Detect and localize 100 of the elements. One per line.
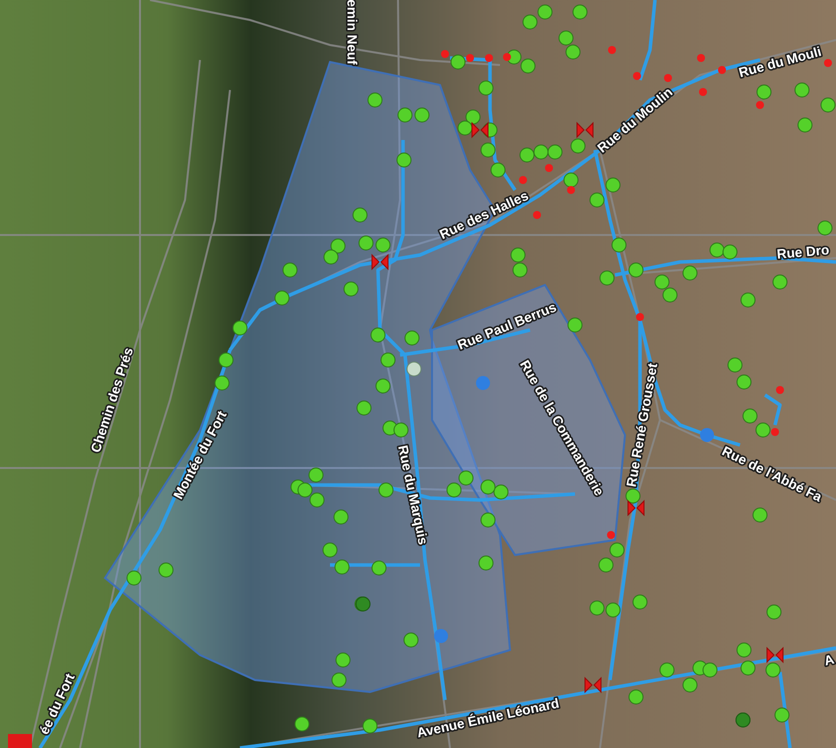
street-label: emin Neuf (344, 0, 360, 65)
network-node (564, 172, 578, 188)
marker-dot (533, 211, 541, 219)
network-node (380, 352, 396, 368)
network-node (370, 328, 386, 342)
network-node (522, 14, 538, 30)
network-node (336, 652, 350, 668)
network-node (330, 238, 346, 254)
valve-marker (584, 676, 602, 694)
network-node (766, 662, 780, 678)
network-node (352, 208, 368, 222)
street-label: A (822, 652, 836, 668)
network-node (218, 352, 234, 368)
network-node (570, 138, 586, 154)
network-node (568, 318, 582, 332)
network-node (752, 508, 768, 522)
network-node (232, 320, 248, 336)
marker-dot (466, 54, 474, 62)
valve-marker (766, 646, 784, 664)
network-node (742, 408, 758, 424)
map-marker (8, 734, 32, 748)
network-node (628, 690, 644, 704)
network-node (606, 178, 620, 192)
marker-dot (718, 66, 726, 74)
network-node (520, 58, 536, 74)
network-node (294, 716, 310, 732)
network-node (774, 708, 790, 722)
network-node (798, 118, 812, 132)
junction-node (434, 629, 448, 643)
network-node (606, 602, 620, 618)
network-node (682, 678, 698, 692)
network-node (368, 92, 382, 108)
street-label: Rue Paul Berrus (456, 299, 558, 353)
marker-dot (441, 50, 449, 58)
network-node (358, 236, 374, 250)
street-label: Rue Dro (776, 242, 830, 262)
network-node (794, 82, 810, 98)
network-node (598, 558, 614, 572)
marker-dot (519, 176, 527, 184)
network-node (590, 192, 604, 208)
network-node (510, 248, 526, 262)
network-node (728, 358, 742, 372)
valve-marker (576, 122, 594, 138)
marker-dot (567, 186, 575, 194)
network-node (600, 270, 614, 286)
network-node (310, 492, 324, 508)
marker-dot (824, 59, 832, 67)
network-node (396, 152, 412, 168)
network-node (590, 600, 604, 616)
network-node (740, 660, 756, 676)
marker-dot (697, 54, 705, 62)
marker-dot (636, 313, 644, 321)
network-node (490, 162, 506, 178)
network-node (362, 718, 378, 734)
network-node (480, 512, 496, 528)
network-node (654, 274, 670, 290)
network-node (466, 110, 480, 124)
junction-node (476, 376, 490, 390)
network-node (478, 556, 494, 570)
network-node (538, 4, 552, 20)
network-node (446, 482, 462, 498)
network-node (274, 290, 290, 306)
network-node (702, 662, 718, 678)
street-label: Rue des Halles (437, 188, 531, 242)
marker-dot (776, 386, 784, 394)
network-node (480, 480, 496, 494)
network-node (376, 238, 390, 252)
network-node (756, 422, 770, 438)
network-node (612, 238, 626, 252)
network-node (820, 98, 836, 112)
network-node (710, 242, 724, 258)
network-node (334, 560, 350, 574)
network-node (534, 144, 548, 160)
network-node (344, 282, 358, 296)
network-node (558, 30, 574, 46)
marker-dot (664, 74, 672, 82)
network-node (398, 108, 412, 122)
marker-dot (756, 101, 764, 109)
network-node (772, 274, 788, 290)
street-label: ée du Fort (36, 671, 78, 737)
network-node (572, 4, 588, 20)
marker-dot (608, 46, 616, 54)
valve-marker (628, 500, 644, 516)
network-node (520, 148, 534, 162)
marker-dot (607, 531, 615, 539)
network-node (478, 80, 494, 96)
network-node (376, 378, 390, 394)
network-node (682, 266, 698, 280)
valve-marker (372, 254, 388, 270)
network-node (628, 262, 644, 278)
marker-dot (771, 428, 779, 436)
network-node (214, 376, 230, 390)
network-node (372, 560, 386, 576)
network-node (548, 144, 562, 160)
network-node (756, 84, 772, 100)
network-node (740, 292, 756, 308)
network-node (298, 482, 312, 498)
network-node (512, 262, 528, 278)
network-node (414, 108, 430, 122)
marker-dot (545, 164, 553, 172)
